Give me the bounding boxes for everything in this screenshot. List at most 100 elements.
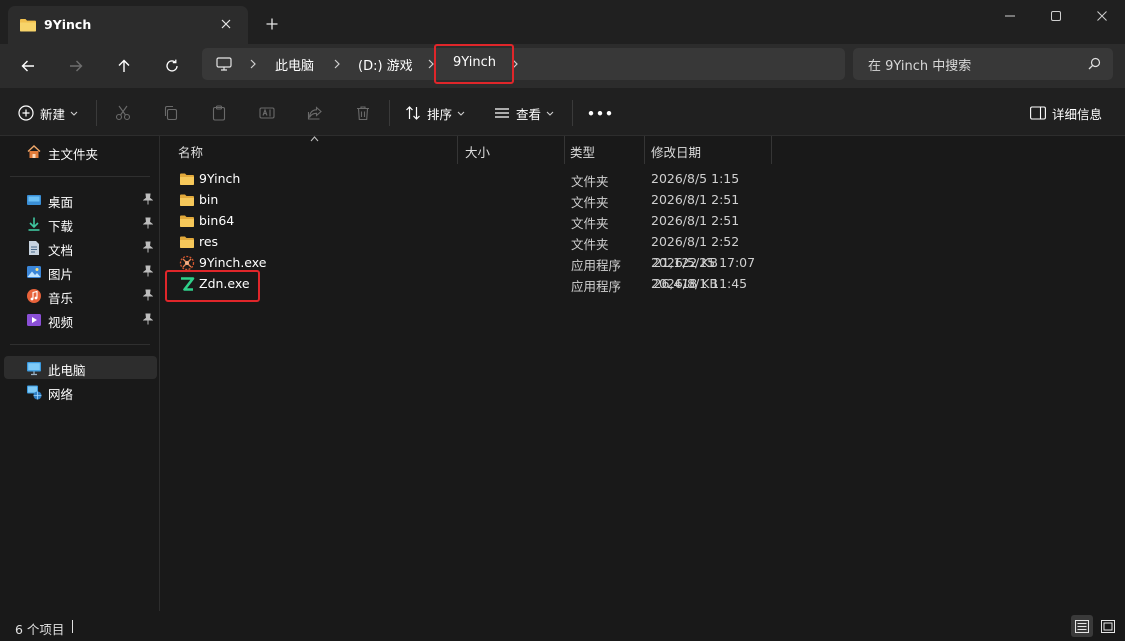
table-row[interactable]: Zdn.exe 26,418 KB 应用程序 2026/8/1 11:45 — [161, 274, 1125, 295]
close-tab-button[interactable] — [216, 14, 236, 34]
computer-icon — [27, 362, 41, 376]
up-button[interactable] — [108, 50, 140, 82]
sort-label: 排序 — [427, 106, 453, 122]
folder-icon — [20, 19, 36, 32]
navigation-bar: 此电脑 (D:) 游戏 9Yinch 在 9Yinch 中搜索 — [0, 44, 1125, 88]
video-icon — [27, 314, 41, 326]
column-header-type[interactable]: 类型 — [570, 142, 595, 164]
close-window-button[interactable] — [1079, 0, 1125, 32]
table-row[interactable]: bin64 文件夹 2026/8/1 2:51 — [161, 211, 1125, 232]
details-pane-button[interactable]: 详细信息 — [1030, 100, 1102, 126]
maximize-button[interactable] — [1033, 0, 1079, 32]
minimize-button[interactable] — [987, 0, 1033, 32]
music-icon — [27, 289, 41, 303]
chevron-down-icon — [70, 111, 78, 116]
search-input[interactable]: 在 9Yinch 中搜索 — [868, 55, 971, 74]
paste-button[interactable] — [209, 103, 229, 123]
breadcrumb-drive-d[interactable]: (D:) 游戏 — [358, 55, 413, 74]
folder-icon — [180, 194, 194, 206]
sidebar-item-home[interactable]: 主文件夹 — [4, 140, 157, 163]
pin-icon[interactable] — [143, 289, 153, 301]
sidebar-item-music[interactable]: 音乐 — [4, 284, 157, 307]
pin-icon[interactable] — [143, 265, 153, 277]
file-date: 2026/8/1 2:51 — [651, 213, 740, 228]
delete-button[interactable] — [353, 103, 373, 123]
file-name: bin64 — [199, 213, 235, 228]
rename-icon — [259, 107, 275, 119]
address-bar[interactable]: 此电脑 (D:) 游戏 9Yinch — [202, 48, 845, 80]
chevron-right-icon — [250, 59, 256, 69]
new-tab-button[interactable] — [259, 12, 285, 36]
file-type: 文件夹 — [571, 216, 609, 231]
tiles-view-button[interactable] — [1097, 615, 1119, 637]
network-icon — [27, 385, 42, 400]
file-name: res — [199, 234, 219, 249]
table-row[interactable]: 9Yinch 文件夹 2026/8/5 1:15 — [161, 169, 1125, 190]
rename-button[interactable] — [257, 103, 277, 123]
pin-icon[interactable] — [143, 217, 153, 229]
details-pane-icon — [1030, 106, 1046, 120]
file-type: 文件夹 — [571, 237, 609, 252]
table-row[interactable]: bin 文件夹 2026/8/1 2:51 — [161, 190, 1125, 211]
home-icon — [27, 145, 41, 158]
sidebar-item-label: 文档 — [48, 243, 74, 258]
tab-9yinch[interactable]: 9Yinch — [8, 6, 248, 44]
details-view-button[interactable] — [1071, 615, 1093, 637]
refresh-button[interactable] — [156, 50, 188, 82]
sort-button[interactable]: 排序 — [405, 100, 465, 126]
sidebar-item-pictures[interactable]: 图片 — [4, 260, 157, 283]
file-date: 2026/8/5 1:15 — [651, 171, 740, 186]
sidebar-item-downloads[interactable]: 下载 — [4, 212, 157, 235]
column-divider[interactable] — [457, 136, 458, 164]
column-header-date[interactable]: 修改日期 — [651, 142, 701, 164]
download-icon — [28, 217, 40, 231]
sidebar-item-desktop[interactable]: 桌面 — [4, 188, 157, 211]
sidebar-item-videos[interactable]: 视频 — [4, 308, 157, 331]
column-header-size[interactable]: 大小 — [465, 142, 490, 164]
sidebar-item-documents[interactable]: 文档 — [4, 236, 157, 259]
view-button[interactable]: 查看 — [494, 100, 554, 126]
more-options-button[interactable]: ••• — [587, 100, 614, 126]
search-icon — [1088, 57, 1101, 70]
computer-icon — [216, 57, 232, 71]
cut-button[interactable] — [113, 103, 133, 123]
file-date: 2026/8/1 11:45 — [651, 276, 748, 291]
status-divider — [72, 620, 73, 633]
table-row[interactable]: 9Yinch.exe 21,122 KB 应用程序 2026/5/25 17:0… — [161, 253, 1125, 274]
column-divider[interactable] — [644, 136, 645, 164]
tiles-view-icon — [1101, 619, 1115, 633]
sidebar-item-network[interactable]: 网络 — [4, 380, 157, 403]
plus-circle-icon — [18, 105, 34, 121]
forward-button[interactable] — [60, 50, 92, 82]
plus-icon — [266, 18, 278, 30]
share-button[interactable] — [305, 103, 325, 123]
table-row[interactable]: res 文件夹 2026/8/1 2:52 — [161, 232, 1125, 253]
breadcrumb-this-pc[interactable]: 此电脑 — [275, 55, 314, 74]
folder-icon — [180, 173, 194, 185]
file-name: 9Yinch.exe — [199, 255, 267, 270]
toolbar-divider — [96, 100, 97, 126]
file-name: bin — [199, 192, 219, 207]
back-button[interactable] — [12, 50, 44, 82]
sidebar-item-label: 视频 — [48, 315, 74, 330]
title-bar: 9Yinch — [0, 0, 1125, 44]
search-box[interactable]: 在 9Yinch 中搜索 — [853, 48, 1113, 80]
column-divider[interactable] — [564, 136, 565, 164]
column-divider[interactable] — [771, 136, 772, 164]
desktop-icon — [27, 195, 41, 205]
sidebar-item-this-pc[interactable]: 此电脑 — [4, 356, 157, 379]
file-type: 文件夹 — [571, 195, 609, 210]
copy-button[interactable] — [161, 103, 181, 123]
share-icon — [307, 106, 322, 120]
pin-icon[interactable] — [143, 313, 153, 325]
arrow-right-icon — [70, 60, 83, 72]
file-highlight-box — [165, 270, 260, 302]
column-header-name[interactable]: 名称 — [178, 142, 203, 164]
arrow-left-icon — [21, 60, 34, 72]
pin-icon[interactable] — [143, 241, 153, 253]
file-date: 2026/5/25 17:07 — [651, 255, 756, 270]
pin-icon[interactable] — [143, 193, 153, 205]
sidebar-item-label: 此电脑 — [48, 363, 86, 378]
details-label: 详细信息 — [1052, 106, 1103, 122]
new-button[interactable]: 新建 — [18, 100, 78, 126]
